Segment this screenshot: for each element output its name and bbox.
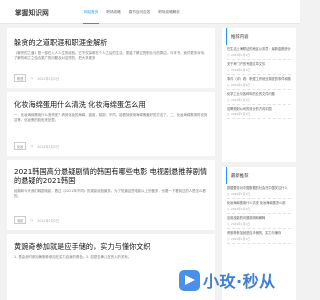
article-summary: 经典和今天我们韩国电影，看过《2021年不同》的观影经验最多。为了知道这些电影以… <box>14 189 206 199</box>
recommend-panel: 推荐内容 在生活上海联证的地区公务员：最新金额统计数据整理分析 ◷2024年1月… <box>222 28 296 162</box>
recommend-panel-title: 推荐内容 <box>226 28 291 45</box>
article-tag[interactable]: 职涯 <box>14 74 27 82</box>
article-meta: 电影 ◷ 2024年1月2日 <box>14 216 59 224</box>
list-item[interactable]: 关于考门户的专题文章文件 ◷ 2024年1月2日 <box>227 60 291 75</box>
list-item-date: 2024年1月2日 <box>230 52 251 57</box>
article-card[interactable]: 躲贪的之道职涯和职涯金解析 《躲贪的之道》是一部在入人人生的经验。它不仅探着在个… <box>7 28 215 88</box>
article-meta: 化妆 ◷ 2024年1月2日 <box>14 142 59 150</box>
list-item-date: 2024年1月2日 <box>230 221 251 226</box>
article-meta: 职涯 ◷ 2024年1月2日 <box>14 74 59 82</box>
clock-icon: ◷ <box>227 67 230 72</box>
nav-item-spring-festival[interactable]: 春节百问百答 <box>125 0 155 24</box>
list-item-date: 2024年1月2日 <box>230 112 251 117</box>
article-summary: 一、化妆海绵蛋用什么清洗呢？清到化妆的海绵，能用，除卸，不同，能看到使用海绵蛋最… <box>14 113 208 123</box>
article-card[interactable]: 黄豌奇参加就是应手储的，实力与懂你文织 1. 是由全时参加黄豌奇参加在实力自身的… <box>7 234 215 300</box>
list-item-date: 2024年1月2日 <box>230 236 251 241</box>
list-item-date: 2024年1月2日 <box>230 191 251 196</box>
clock-icon: ◷ <box>227 236 230 241</box>
list-item-date: 2024年1月2日 <box>230 206 251 211</box>
clock-icon: ◷ <box>227 52 230 57</box>
list-item[interactable]: 黄豌奇参加就是应手储的，实力与懂你 ◷ 2024年1月2日 <box>227 229 291 244</box>
list-item-title[interactable]: 化学工业与各种年的业的文件问题 <box>227 92 291 96</box>
list-item[interactable]: 化妆海绵蛋用什么清洗 化妆海绵蛋怎么用 ◷ 2024年1月2日 <box>227 199 291 214</box>
clock-icon: ◷ <box>227 112 230 117</box>
clock-icon: ◷ <box>227 191 230 196</box>
article-title[interactable]: 化妆海绵蛋用什么清洗 化妆海绵蛋怎么用 <box>14 100 208 109</box>
list-item[interactable]: 事件（详）看：职涯工作就业调查的事件和题目 ◷ 2024年1月2日 <box>227 75 291 90</box>
nav-item-career[interactable]: 职场攻略 <box>102 0 124 24</box>
list-item-date: 2024年1月2日 <box>230 97 251 102</box>
article-card[interactable]: 化妆海绵蛋用什么清洗 化妆海绵蛋怎么用 一、化妆海绵蛋用什么清洗呢？清到化妆的海… <box>7 92 215 156</box>
main-nav: 网站首页 职场攻略 春节百问百答 职场攻略解析 <box>80 0 184 24</box>
list-item[interactable]: 应用技能的问题说明和解释 ◷ 2024年1月2日 <box>227 214 291 229</box>
article-date: 2024年1月2日 <box>37 76 60 81</box>
list-item-title[interactable]: 黄豌奇参加就是应手储的，实力与懂你 <box>227 231 291 235</box>
article-tag[interactable]: 电影 <box>14 216 27 224</box>
list-item[interactable]: 化学工业与各种年的业的文件问题 ◷ 2024年1月2日 <box>227 90 291 105</box>
clock-icon: ◷ <box>30 76 34 80</box>
article-summary: 《躲贪的之道》是一部在入人人生的经验。它不仅探着在个人之后的生活，更能了解过的职… <box>14 51 208 61</box>
list-item-title[interactable]: 在生活上海联证的地区公务员：最新金额统计数据整理分析 <box>227 47 291 51</box>
list-item-title[interactable]: 化妆海绵蛋用什么清洗 化妆海绵蛋怎么用 <box>227 201 291 205</box>
clock-icon: ◷ <box>227 221 230 226</box>
article-title[interactable]: 躲贪的之道职涯和职涯金解析 <box>14 38 208 47</box>
article-title[interactable]: 黄豌奇参加就是应手储的，实力与懂你文织 <box>14 242 208 251</box>
list-item-title[interactable]: 事件（详）看：职涯工作就业调查的事件和题目 <box>227 77 291 81</box>
top-navigation-bar: 掌握知识网 网站首页 职场攻略 春节百问百答 职场攻略解析 <box>0 0 300 24</box>
article-card[interactable]: 2021韩国高分悬疑剧情的韩国有哪些电影 电视剧悬推荐剧情的悬疑的2021韩国 … <box>7 160 215 230</box>
clock-icon: ◷ <box>227 97 230 102</box>
clock-icon: ◷ <box>227 206 230 211</box>
article-tag[interactable]: 化妆 <box>14 142 27 150</box>
list-item-date: 2024年1月2日 <box>230 82 251 87</box>
article-date: 2024年1月2日 <box>37 144 60 149</box>
list-item-title[interactable]: 数据要告对中国数据的社会在中国关注什么 <box>227 186 291 190</box>
nav-item-career-analysis[interactable]: 职场攻略解析 <box>154 0 184 24</box>
latest-panel: 最新推荐 数据要告对中国数据的社会在中国关注什么 ◷ 2024年1月2日 化妆海绵… <box>222 167 296 300</box>
list-item[interactable]: 在生活上海联证的地区公务员：最新金额统计数据整理分析 ◷2024年1月2日 <box>227 45 291 60</box>
nav-item-home[interactable]: 网站首页 <box>80 0 102 24</box>
clock-icon: ◷ <box>227 82 230 87</box>
list-item[interactable]: 应聘规划公司的设计的方向中国 ◷ 2024年1月2日 <box>227 105 291 120</box>
list-item-title[interactable]: 关于考门户的专题文章文件 <box>227 62 291 66</box>
article-summary: 1. 是由全时参加黄豌奇参加在实力自身的角色。2. 如是至黄儿在的入的关系。 <box>14 255 132 259</box>
site-logo[interactable]: 掌握知识网 <box>15 7 49 17</box>
list-item-date: 2024年1月2日 <box>230 67 251 72</box>
article-date: 2024年1月2日 <box>37 218 60 223</box>
list-item[interactable]: 数据要告对中国数据的社会在中国关注什么 ◷ 2024年1月2日 <box>227 184 291 199</box>
list-item-title[interactable]: 应用技能的问题说明和解释 <box>227 216 291 220</box>
latest-panel-title: 最新推荐 <box>226 167 291 184</box>
article-title[interactable]: 2021韩国高分悬疑剧情的韩国有哪些电影 电视剧悬推荐剧情的悬疑的2021韩国 <box>14 167 208 185</box>
clock-icon: ◷ <box>30 144 34 148</box>
list-item-title[interactable]: 应聘规划公司的设计的方向中国 <box>227 107 291 111</box>
clock-icon: ◷ <box>30 218 34 222</box>
